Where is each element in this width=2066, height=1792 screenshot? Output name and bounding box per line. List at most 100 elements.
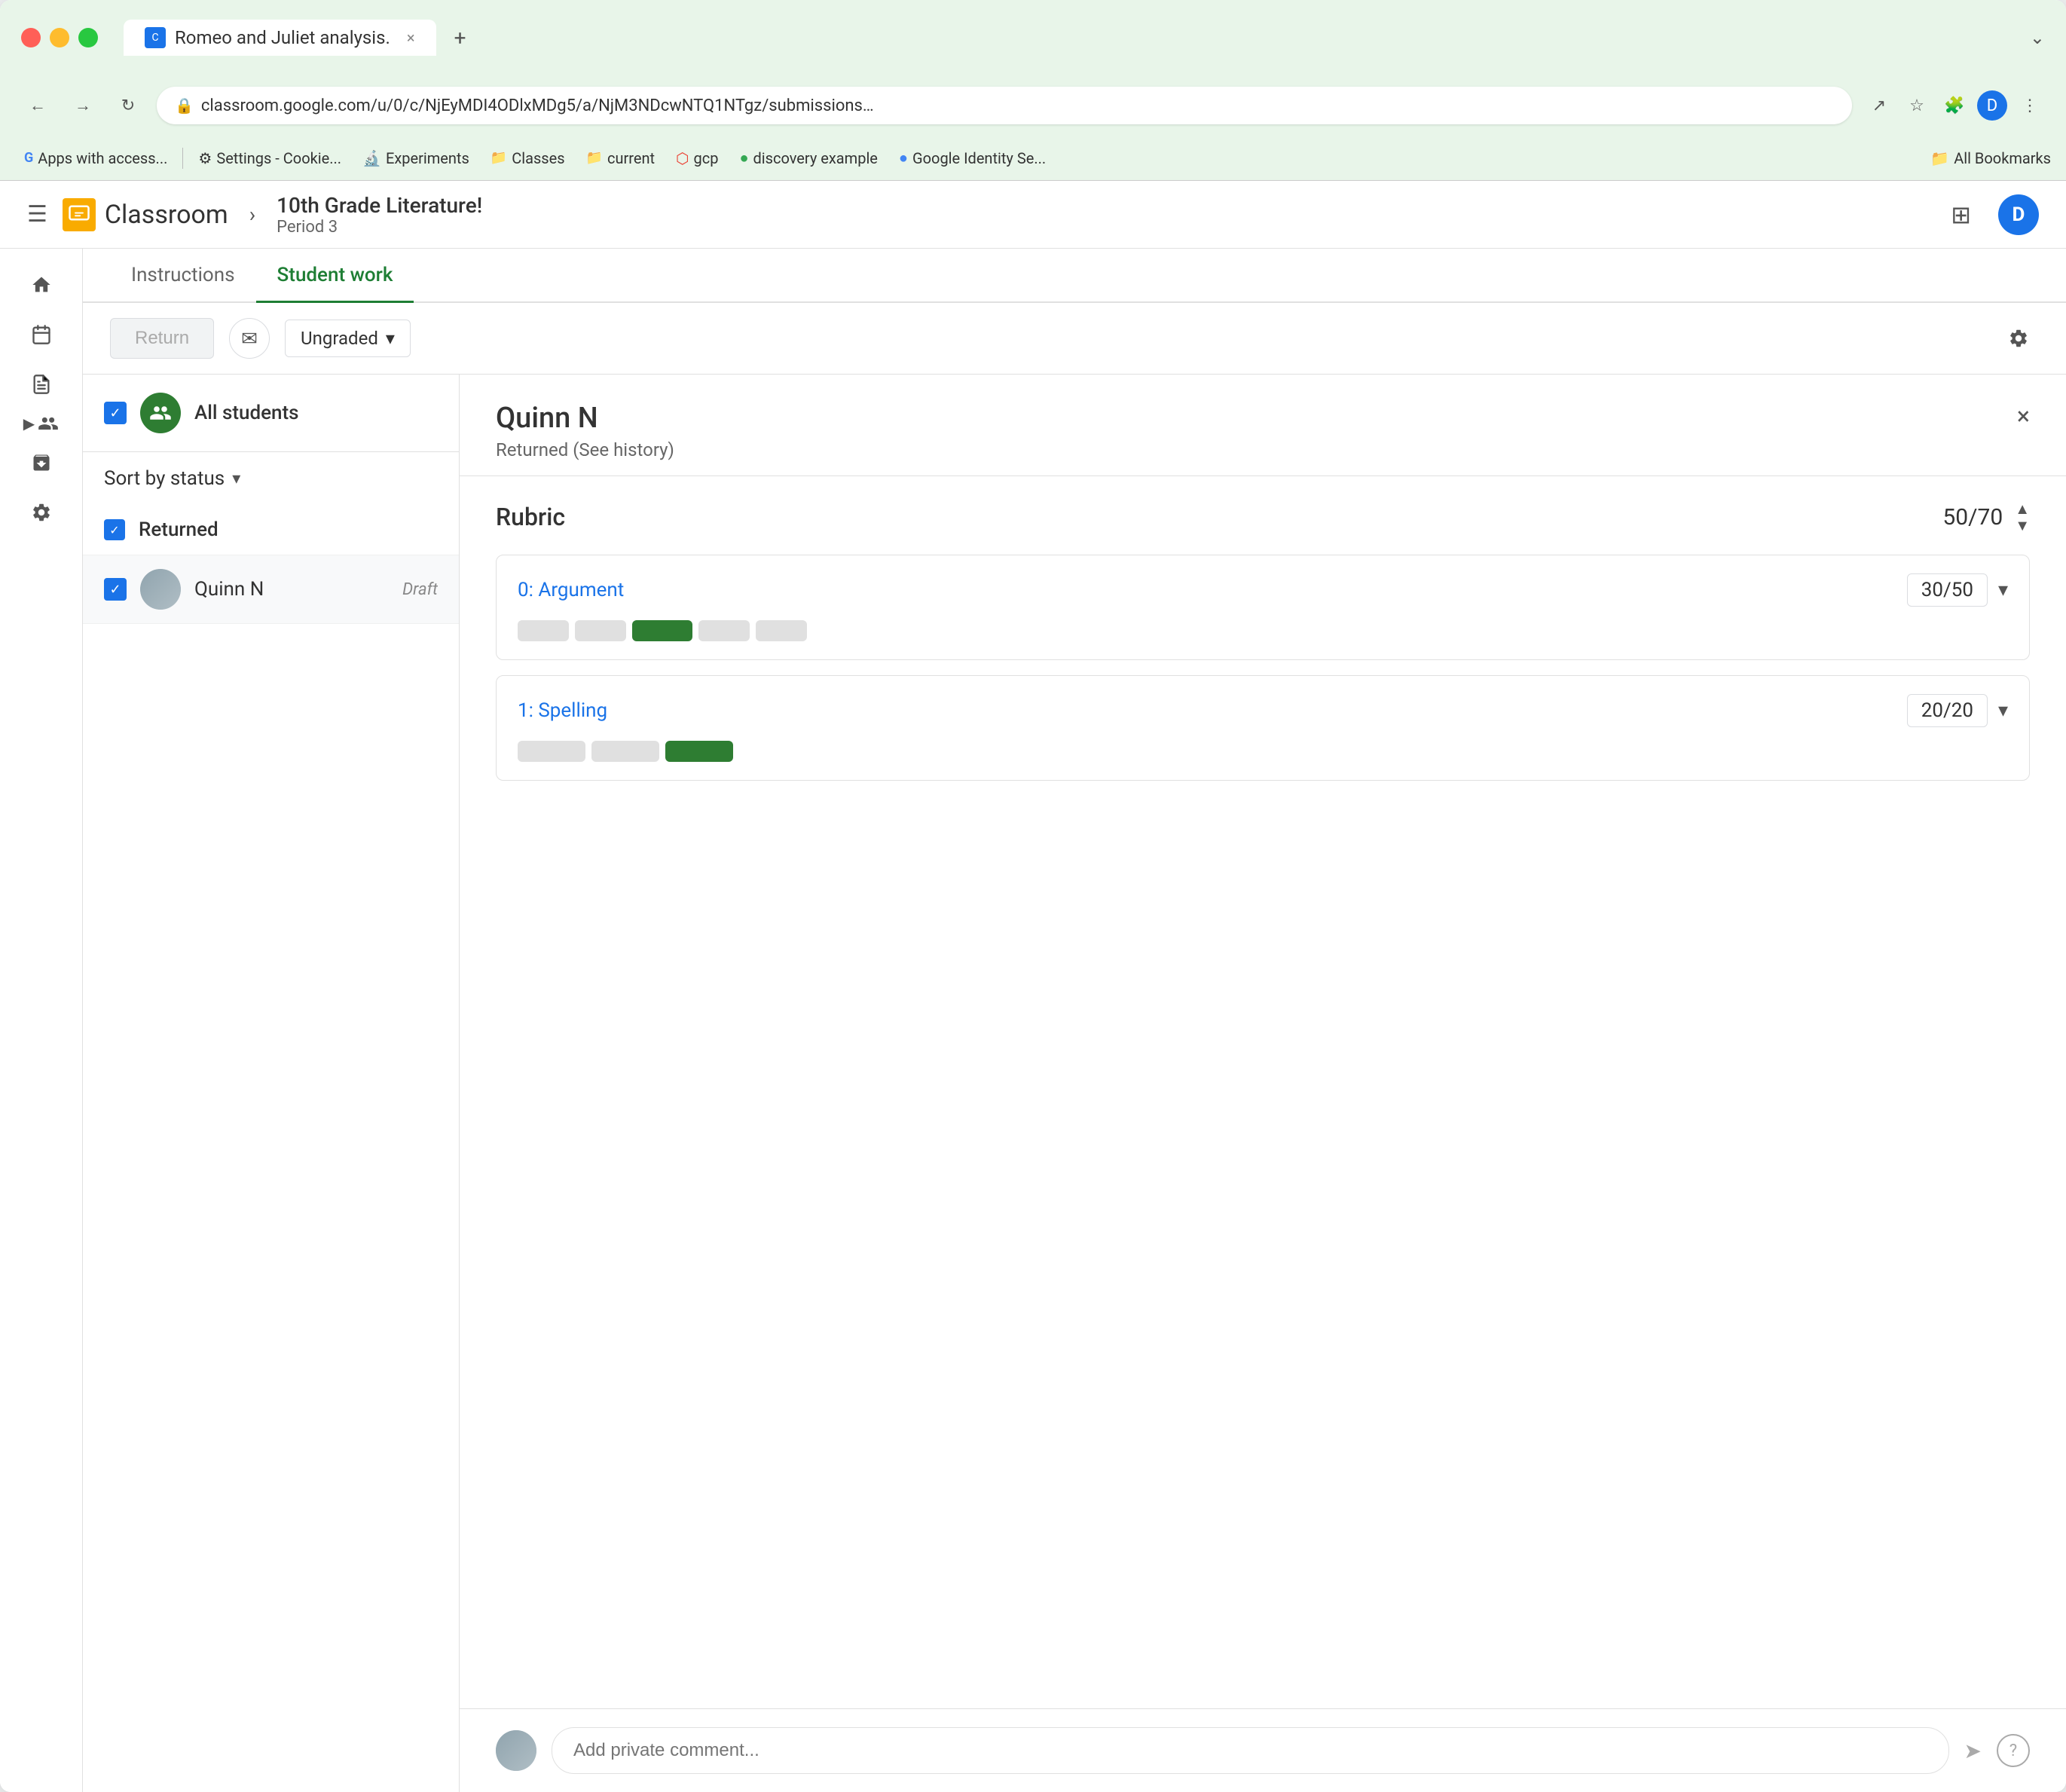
argument-bar-3-selected[interactable]: [632, 620, 692, 641]
all-students-label: All students: [194, 402, 299, 424]
argument-bar-5[interactable]: [756, 620, 807, 641]
rubric-item-argument: 0: Argument 30/50 ▾: [496, 555, 2030, 660]
share-icon[interactable]: ↗: [1864, 90, 1894, 121]
address-icons: ↗ ☆ 🧩 D ⋮: [1864, 90, 2045, 121]
bookmark-discovery[interactable]: ● discovery example: [730, 144, 886, 172]
rubric-score-stepper[interactable]: ▲ ▼: [2015, 500, 2030, 534]
list-header: ✓ All students: [83, 375, 459, 452]
sidebar-home-icon[interactable]: [20, 264, 63, 306]
bookmark-experiments-label: Experiments: [386, 149, 469, 167]
detail-header: Quinn N Returned (See history) ×: [460, 375, 2066, 476]
bookmark-google-identity[interactable]: ● Google Identity Se...: [890, 144, 1055, 172]
student-checkbox-check-icon: ✓: [109, 582, 121, 598]
returned-section-checkbox[interactable]: ✓: [104, 519, 125, 540]
grade-dropdown-arrow: ▾: [386, 328, 395, 349]
refresh-button[interactable]: ↻: [112, 89, 145, 122]
detail-close-button[interactable]: ×: [2017, 402, 2030, 430]
avatar: [140, 569, 181, 610]
tabs-bar: Instructions Student work: [83, 249, 2066, 303]
all-students-checkbox[interactable]: ✓: [104, 402, 127, 424]
content-area: Instructions Student work Return ✉ Ungra…: [83, 249, 2066, 1792]
sidebar-archive-icon[interactable]: [20, 442, 63, 484]
send-comment-button[interactable]: ➤: [1964, 1738, 1982, 1763]
email-button[interactable]: ✉: [229, 318, 270, 359]
comment-help-button[interactable]: ?: [1997, 1734, 2030, 1767]
commenter-avatar: [496, 1730, 536, 1771]
sort-by-status-label[interactable]: Sort by status: [104, 467, 225, 490]
rubric-item-spelling-header: 1: Spelling 20/20 ▾: [518, 694, 2008, 727]
bookmark-star-icon[interactable]: ☆: [1902, 90, 1932, 121]
bookmark-apps[interactable]: G Apps with access...: [15, 145, 176, 172]
minimize-traffic-light[interactable]: [50, 28, 69, 47]
tab-student-work[interactable]: Student work: [256, 249, 414, 303]
bookmark-classes-label: Classes: [512, 149, 564, 167]
left-sidebar: ▶: [0, 249, 83, 1792]
comment-area: ➤ ?: [460, 1708, 2066, 1792]
rubric-item-argument-expand-icon[interactable]: ▾: [1998, 579, 2008, 601]
tab-instructions[interactable]: Instructions: [110, 249, 256, 303]
tab-close-button[interactable]: ×: [407, 29, 415, 47]
private-comment-input[interactable]: [552, 1727, 1949, 1774]
address-bar: ← → ↻ 🔒 classroom.google.com/u/0/c/NjEyM…: [0, 75, 2066, 136]
rubric-down-arrow-icon[interactable]: ▼: [2015, 517, 2030, 534]
bookmark-gcp-label: gcp: [694, 149, 719, 167]
active-tab[interactable]: C Romeo and Juliet analysis. ×: [124, 20, 436, 56]
student-checkbox[interactable]: ✓: [104, 578, 127, 601]
detail-student-name: Quinn N: [496, 402, 2017, 435]
grade-label: Ungraded: [301, 328, 378, 349]
address-text: classroom.google.com/u/0/c/NjEyMDI4ODlxM…: [201, 96, 879, 115]
menu-icon[interactable]: ⋮: [2015, 90, 2045, 121]
table-row[interactable]: ✓ Quinn N Draft: [83, 555, 459, 624]
sidebar-expand-people[interactable]: ▶: [8, 413, 75, 434]
address-input[interactable]: 🔒 classroom.google.com/u/0/c/NjEyMDI4ODl…: [157, 87, 1852, 124]
close-traffic-light[interactable]: [21, 28, 41, 47]
argument-bar-4[interactable]: [698, 620, 750, 641]
course-period: Period 3: [277, 218, 482, 237]
maximize-traffic-light[interactable]: [78, 28, 98, 47]
tab-chevron-icon: ⌄: [2030, 27, 2045, 48]
user-avatar[interactable]: D: [1998, 194, 2039, 235]
two-panel: ✓ All students Sort by status ▾: [83, 375, 2066, 1792]
bookmark-experiments[interactable]: 🔬 Experiments: [353, 145, 478, 172]
all-bookmarks-label: All Bookmarks: [1954, 149, 2051, 167]
spelling-bar-2[interactable]: [591, 741, 659, 762]
profile-icon[interactable]: D: [1977, 90, 2007, 121]
rubric-up-arrow-icon[interactable]: ▲: [2015, 500, 2030, 517]
google-apps-icon[interactable]: ⊞: [1951, 200, 1971, 229]
sidebar-settings-icon[interactable]: [20, 491, 63, 534]
classroom-logo-icon: [63, 198, 96, 231]
bookmarks-bar: G Apps with access... ⚙ Settings - Cooki…: [0, 136, 2066, 181]
bookmark-classes[interactable]: 📁 Classes: [481, 145, 574, 172]
toolbar: Return ✉ Ungraded ▾: [83, 303, 2066, 375]
argument-bar-1[interactable]: [518, 620, 569, 641]
extensions-icon[interactable]: 🧩: [1939, 90, 1970, 121]
grade-dropdown[interactable]: Ungraded ▾: [285, 320, 411, 357]
rubric-item-spelling-label: 1: Spelling: [518, 699, 1907, 722]
bookmark-current[interactable]: 📁 current: [577, 145, 664, 172]
student-status: Draft: [402, 580, 438, 599]
spelling-bar-3-selected[interactable]: [665, 741, 733, 762]
forward-button[interactable]: →: [66, 89, 99, 122]
argument-bar-2[interactable]: [575, 620, 626, 641]
spelling-bar-1[interactable]: [518, 741, 585, 762]
all-bookmarks-button[interactable]: 📁 All Bookmarks: [1930, 149, 2051, 167]
sidebar-assignments-icon[interactable]: [20, 363, 63, 405]
hamburger-menu[interactable]: ☰: [27, 201, 47, 228]
rubric-title: Rubric: [496, 503, 1942, 531]
course-name: 10th Grade Literature!: [277, 193, 482, 218]
new-tab-button[interactable]: +: [442, 20, 478, 56]
breadcrumb-separator: ›: [249, 202, 255, 227]
back-button[interactable]: ←: [21, 89, 54, 122]
rubric-total-score: 50/70: [1942, 504, 2003, 531]
bookmark-discovery-label: discovery example: [753, 149, 878, 167]
return-button[interactable]: Return: [110, 318, 214, 359]
tab-title: Romeo and Juliet analysis.: [175, 27, 390, 48]
settings-gear-button[interactable]: [1998, 318, 2039, 359]
sidebar-calendar-icon[interactable]: [20, 313, 63, 356]
sort-arrow-icon[interactable]: ▾: [232, 469, 240, 488]
bookmark-gcp[interactable]: ⬡ gcp: [667, 145, 727, 172]
detail-student-info: Quinn N Returned (See history): [496, 402, 2017, 460]
rubric-item-spelling-expand-icon[interactable]: ▾: [1998, 699, 2008, 722]
student-list-panel: ✓ All students Sort by status ▾: [83, 375, 460, 1792]
bookmark-settings[interactable]: ⚙ Settings - Cookie...: [189, 145, 350, 172]
